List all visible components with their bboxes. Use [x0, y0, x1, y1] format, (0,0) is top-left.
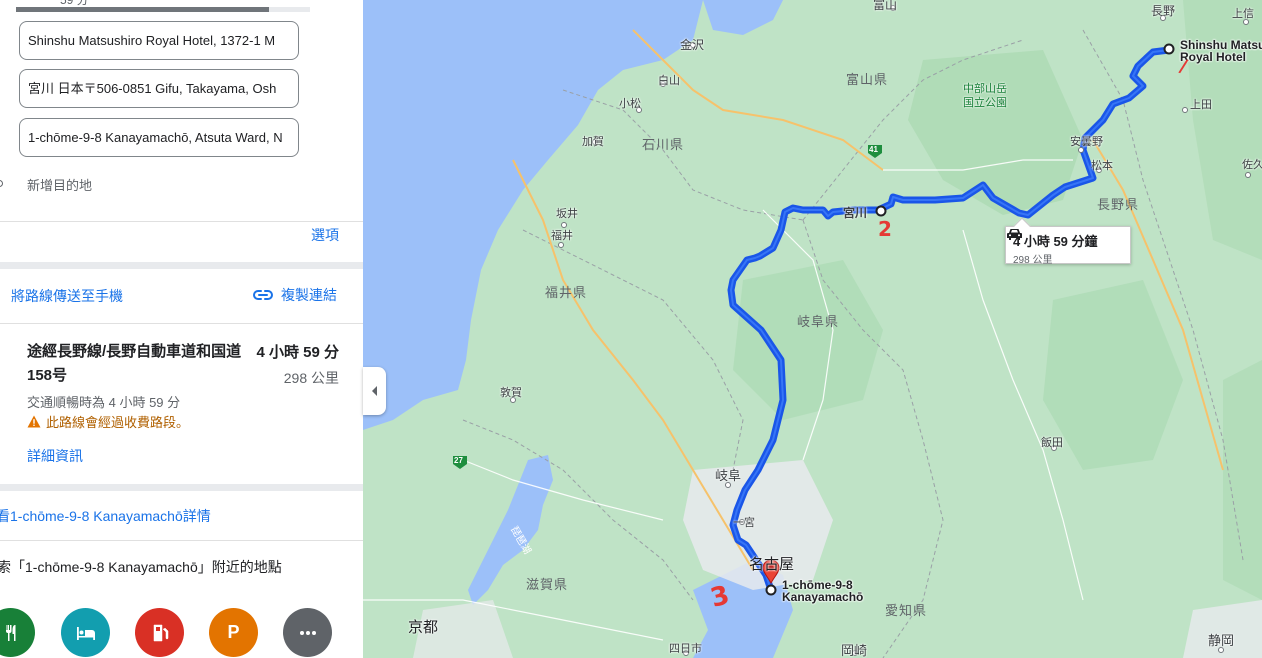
- restaurants-button[interactable]: [0, 608, 35, 657]
- route-time: 4 小時 59 分: [256, 344, 339, 361]
- map-label-gifu: 岐阜: [715, 468, 742, 483]
- map-label-shizuoka: 静岡: [1208, 633, 1235, 648]
- map-label-matsumoto: 松本: [1091, 160, 1113, 172]
- map-label-ichinomiya: 一宮: [733, 517, 755, 529]
- map-label-kyoto: 京都: [408, 619, 439, 636]
- callout-time-text: 4 小時 59 分鐘: [1013, 234, 1098, 249]
- map-label-fukui: 福井: [551, 230, 573, 242]
- link-icon: [253, 290, 273, 300]
- map-label-iida: 飯田: [1041, 437, 1063, 449]
- map-label-fukui-pref: 福井県: [545, 285, 588, 300]
- map-label-shiga-pref: 滋賀県: [526, 577, 569, 592]
- send-to-phone-link[interactable]: 將路線傳送至手機: [11, 286, 123, 306]
- car-icon: [1007, 229, 1022, 240]
- waypoint-input-stop[interactable]: 宮川 日本〒506-0851 Gifu, Takayama, Osh: [19, 69, 299, 108]
- route-details-link[interactable]: 詳細資訊: [27, 446, 83, 466]
- gas-stations-button[interactable]: [135, 608, 184, 657]
- map-label-gifu-pref: 岐阜県: [797, 314, 840, 329]
- map-label-okazaki: 岡崎: [841, 643, 868, 658]
- hotels-button[interactable]: [61, 608, 110, 657]
- gas-station-icon: [153, 624, 168, 641]
- origin-marker[interactable]: [1163, 43, 1175, 55]
- map-label-azumino: 安曇野: [1070, 136, 1103, 148]
- divider: [0, 262, 363, 269]
- destination-label-line2: Kanayamachō: [782, 590, 864, 604]
- stop-marker[interactable]: [875, 205, 887, 217]
- route-time-callout[interactable]: 4 小時 59 分鐘 298 公里: [1005, 217, 1131, 266]
- waypoint-input-destination[interactable]: 1-chōme-9-8 Kanayamachō, Atsuta Ward, N: [19, 118, 299, 157]
- add-destination-button[interactable]: 新增目的地: [27, 175, 92, 194]
- origin-label: Shinshu Matsushiro Royal Hotel: [1180, 39, 1262, 63]
- map-label-tsuruga: 敦賀: [500, 387, 522, 399]
- route-distance: 298 公里: [283, 370, 339, 386]
- copy-link-label: 複製連結: [281, 287, 337, 303]
- map-label-toyama-pref: 富山県: [846, 72, 889, 87]
- copy-link-button[interactable]: 複製連結: [253, 285, 337, 305]
- divider: [0, 221, 363, 222]
- divider: [0, 484, 363, 491]
- map-label-hakusan: 白山: [658, 75, 680, 87]
- route-27-label: 27: [454, 456, 463, 465]
- options-link[interactable]: 選項: [311, 225, 339, 245]
- toll-warning: 此路線會經過收費路段。: [27, 412, 189, 431]
- map-label-ueda: 上田: [1190, 99, 1212, 111]
- map-label-saku: 佐久: [1242, 159, 1262, 171]
- map-label-yokkaichi: 四日市: [669, 643, 702, 655]
- map-label-chubu-park: 中部山岳 国立公園: [963, 83, 1007, 109]
- route-name[interactable]: 途經長野線/長野自動車道和国道158号: [27, 340, 247, 388]
- toll-warning-text: 此路線會經過收費路段。: [46, 415, 190, 430]
- map-label-komatsu: 小松: [619, 98, 641, 110]
- map-label-kaga: 加賀: [582, 136, 604, 148]
- map-label-aichi-pref: 愛知県: [885, 603, 928, 618]
- hotel-icon: [76, 626, 95, 640]
- map-label-nagano-pref: 長野県: [1097, 197, 1140, 212]
- origin-label-line2: Royal Hotel: [1180, 50, 1247, 64]
- chevron-left-icon: [371, 386, 377, 396]
- map-label-miyagawa: 宮川: [843, 206, 868, 220]
- map-label-sakai: 坂井: [556, 208, 578, 220]
- map-label-shinetsu: 上信: [1232, 8, 1254, 20]
- map-label-kanazawa: 金沢: [680, 38, 705, 52]
- callout-distance: 298 公里: [1013, 255, 1053, 266]
- destination-details-link[interactable]: 看1-chōme-9-8 Kanayamachō詳情: [0, 506, 211, 526]
- parking-icon: P: [227, 622, 240, 642]
- restaurant-icon: [5, 624, 15, 641]
- destination-label: 1-chōme-9-8 Kanayamachō: [782, 579, 863, 603]
- add-destination-icon: [0, 180, 3, 187]
- nearby-search-label: 索「1-chōme-9-8 Kanayamachō」附近的地點: [0, 559, 282, 575]
- waypoint-input-origin[interactable]: Shinshu Matsushiro Royal Hotel, 1372-1 M: [19, 21, 299, 60]
- callout-time: 4 小時 59 分鐘: [1007, 229, 1123, 250]
- duration-bar-fill: [16, 7, 269, 12]
- directions-panel: 59 分 Shinshu Matsushiro Royal Hotel, 137…: [0, 0, 363, 658]
- divider: [0, 540, 363, 541]
- more-icon: [299, 630, 316, 635]
- map-label-nagano: 長野: [1151, 4, 1176, 18]
- destination-marker[interactable]: [765, 584, 777, 596]
- warning-icon: [27, 415, 41, 428]
- map-label-toyama: 富山: [873, 0, 898, 12]
- map-canvas[interactable]: 富山 長野 上信 金沢 富山県 白山 小松 中部山岳 国立公園 上田 石川県 加…: [363, 0, 1262, 658]
- divider: [0, 323, 363, 324]
- duration-bar: [16, 7, 310, 12]
- collapse-panel-button[interactable]: [363, 367, 386, 415]
- annotation-2: 2: [878, 217, 892, 241]
- map-label-ishikawa-pref: 石川県: [642, 137, 685, 152]
- parking-button[interactable]: P: [209, 608, 258, 657]
- route-traffic-note: 交通順暢時為 4 小時 59 分: [27, 395, 181, 410]
- map-label-nagoya: 名古屋: [749, 556, 795, 573]
- more-categories-button[interactable]: [283, 608, 332, 657]
- route-41-label: 41: [869, 145, 878, 154]
